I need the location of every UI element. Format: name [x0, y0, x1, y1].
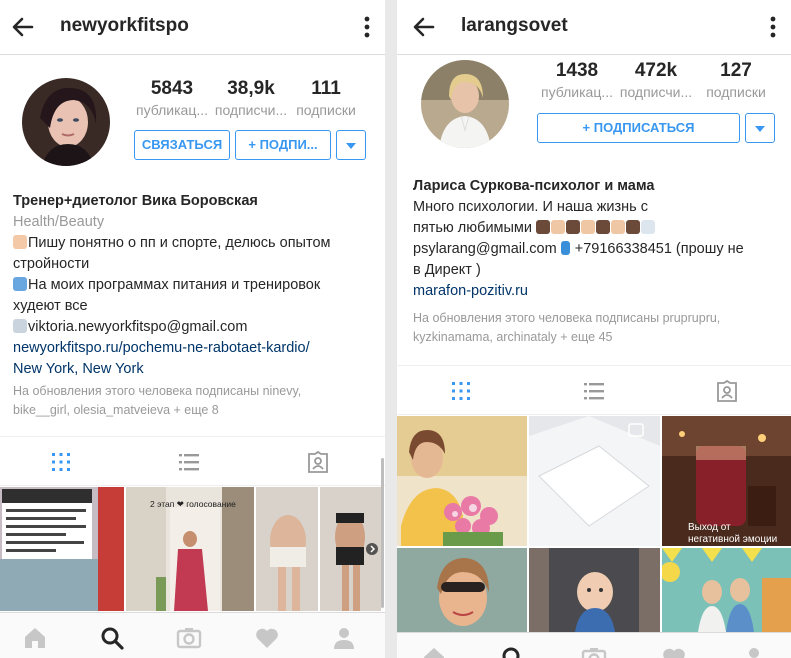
- website-link[interactable]: newyorkfitspo.ru/pochemu-ne-rabotaet-kar…: [13, 338, 381, 359]
- profile-screen-newyorkfitspo: newyorkfitspo 5843 публикац... 38,9k под…: [0, 0, 385, 658]
- full-name: Лариса Суркова-психолог и мама: [413, 178, 655, 194]
- emoji-icon: [13, 235, 27, 249]
- heart-icon[interactable]: [254, 625, 280, 651]
- contact-button[interactable]: СВЯЗАТЬСЯ: [134, 130, 230, 160]
- followers-count[interactable]: 472k подписчи...: [614, 60, 698, 100]
- grid-post[interactable]: [529, 548, 660, 632]
- email-text: viktoria.newyorkfitspo@gmail.com: [28, 319, 248, 335]
- profile-icon[interactable]: [331, 625, 357, 651]
- carousel-next-icon[interactable]: [366, 543, 378, 555]
- emoji-icons: [536, 220, 656, 236]
- phone-icon: [560, 241, 570, 255]
- more-icon[interactable]: [769, 15, 777, 39]
- follow-button[interactable]: + ПОДПИ...: [235, 130, 331, 160]
- post-caption: 2 этап ❤ голосование: [150, 499, 236, 509]
- email-text: psylarang@gmail.com: [413, 241, 557, 257]
- suggested-dropdown-button[interactable]: [336, 130, 366, 160]
- envelope-icon: [13, 319, 27, 333]
- avatar[interactable]: [421, 60, 509, 148]
- post-caption: КОНКУРС ОТ: [559, 468, 623, 479]
- grid-post[interactable]: [397, 548, 527, 632]
- bottom-navigation: [397, 632, 791, 658]
- scrollbar[interactable]: [381, 458, 384, 608]
- grid-post[interactable]: Выход от негативной эмоции: [662, 416, 791, 546]
- avatar[interactable]: [22, 78, 110, 166]
- bottom-navigation: [0, 612, 385, 658]
- category: Health/Beauty: [13, 214, 105, 230]
- chevron-down-icon: [346, 143, 356, 149]
- header: newyorkfitspo: [0, 0, 385, 55]
- profile-tabs: [397, 365, 791, 415]
- back-arrow-icon[interactable]: [411, 14, 437, 40]
- grid-post[interactable]: [397, 416, 527, 546]
- search-icon[interactable]: [99, 625, 125, 651]
- post-caption: @RISHOMEIR: [561, 481, 622, 491]
- bio: Лариса Суркова-психолог и мама Много пси…: [413, 176, 785, 302]
- posts-count: 1438 публикац...: [540, 60, 614, 100]
- full-name: Тренер+диетолог Вика Боровская: [13, 193, 258, 209]
- posts-count: 5843 публикац...: [135, 78, 209, 118]
- camera-icon[interactable]: [581, 645, 607, 658]
- grid-post[interactable]: [662, 548, 791, 632]
- emoji-icon: [13, 277, 27, 291]
- profile-screen-larangsovet: larangsovet 1438 публикац... 472k подпис…: [397, 0, 791, 658]
- list-icon[interactable]: [177, 450, 201, 474]
- list-icon[interactable]: [582, 379, 606, 403]
- grid-icon[interactable]: [49, 450, 73, 474]
- followed-by-text[interactable]: На обновления этого человека подписаны p…: [413, 309, 785, 347]
- grid-post[interactable]: [0, 487, 124, 611]
- post-caption: негативной эмоции: [688, 534, 778, 545]
- search-icon[interactable]: [500, 645, 526, 658]
- grid-post[interactable]: [256, 487, 381, 611]
- tagged-icon[interactable]: [715, 379, 739, 403]
- header: larangsovet: [397, 0, 791, 55]
- bio: Тренер+диетолог Вика Боровская Health/Be…: [13, 191, 381, 380]
- heart-icon[interactable]: [661, 645, 687, 658]
- suggested-dropdown-button[interactable]: [745, 113, 775, 143]
- back-arrow-icon[interactable]: [10, 14, 36, 40]
- profile-icon[interactable]: [741, 645, 767, 658]
- following-count[interactable]: 127 подписки: [694, 60, 778, 100]
- username-title: newyorkfitspo: [60, 15, 189, 36]
- username-title: larangsovet: [461, 15, 568, 36]
- follow-button[interactable]: + ПОДПИСАТЬСЯ: [537, 113, 740, 143]
- more-icon[interactable]: [363, 15, 371, 39]
- tagged-icon[interactable]: [306, 450, 330, 474]
- location-link[interactable]: New York, New York: [13, 359, 381, 380]
- phone-text: +79166338451 (прошу не: [574, 241, 744, 257]
- website-link[interactable]: marafon-pozitiv.ru: [413, 281, 785, 302]
- camera-icon[interactable]: [176, 625, 202, 651]
- followed-by-text[interactable]: На обновления этого человека подписаны n…: [13, 382, 381, 420]
- chevron-down-icon: [755, 126, 765, 132]
- home-icon[interactable]: [22, 625, 48, 651]
- post-caption: Выход от: [688, 522, 731, 533]
- followers-count[interactable]: 38,9k подписчи...: [209, 78, 293, 118]
- grid-post[interactable]: 2 этап ❤ голосование: [126, 487, 254, 611]
- following-count[interactable]: 111 подписки: [284, 78, 368, 118]
- grid-icon[interactable]: [449, 379, 473, 403]
- grid-post[interactable]: КОНКУРС ОТ @RISHOMEIR: [529, 416, 660, 546]
- home-icon[interactable]: [421, 645, 447, 658]
- profile-tabs: [0, 436, 385, 486]
